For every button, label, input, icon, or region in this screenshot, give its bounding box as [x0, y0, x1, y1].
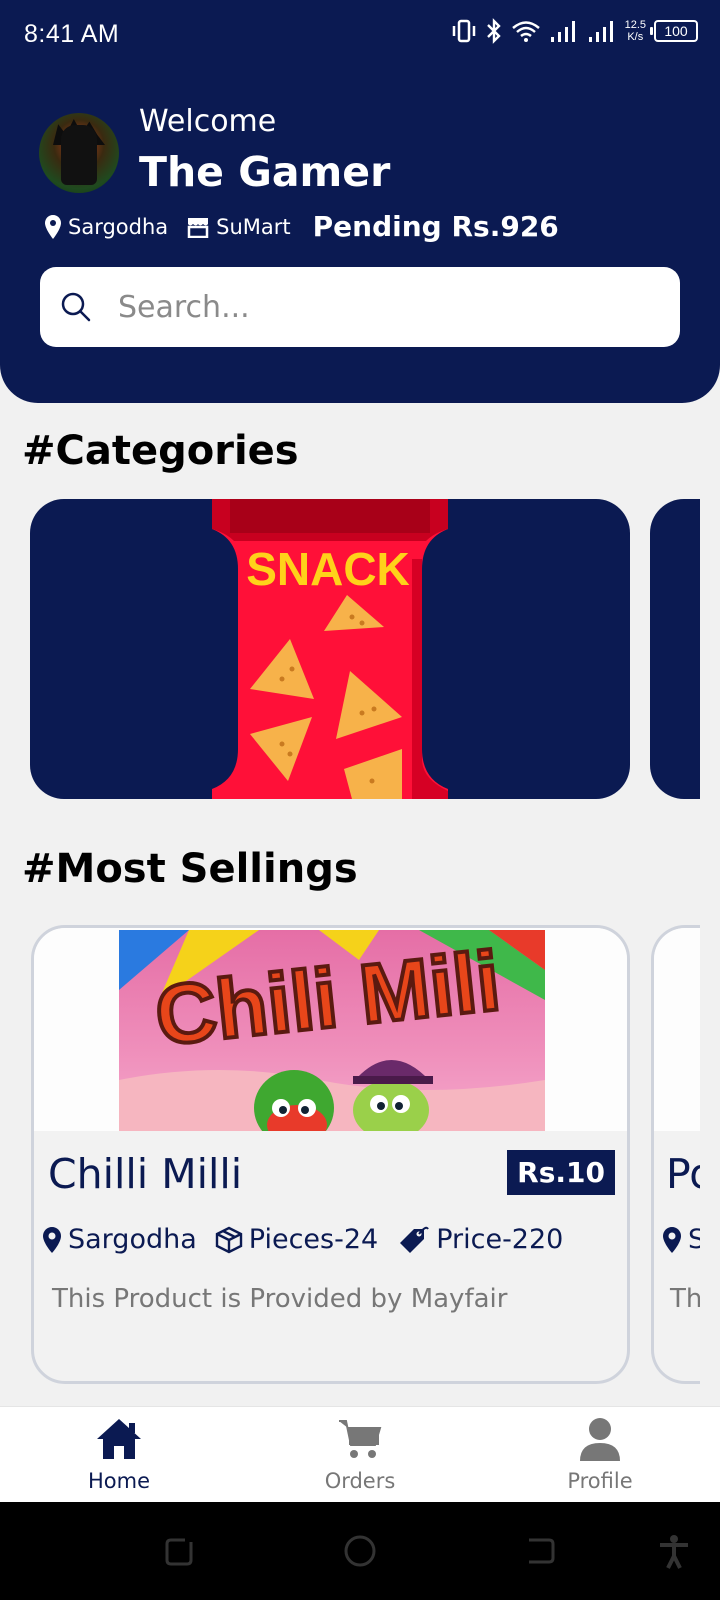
product-name: Po: [666, 1150, 700, 1198]
net-speed: 12.5 K/s: [625, 19, 646, 43]
avatar[interactable]: [39, 113, 119, 193]
signal-icon: [550, 21, 575, 42]
product-location: S: [662, 1224, 700, 1255]
nav-profile[interactable]: Profile: [530, 1417, 670, 1493]
product-location-text: Sargodha: [68, 1224, 197, 1255]
store-info: SuMart: [186, 215, 291, 239]
nav-home[interactable]: Home: [49, 1417, 189, 1493]
snack-bag-image: SNACK: [212, 499, 448, 799]
product-location-text: S: [688, 1224, 700, 1255]
status-time: 8:41 AM: [24, 20, 120, 48]
accessibility-icon[interactable]: [658, 1534, 690, 1570]
wifi-icon: [511, 21, 540, 42]
signal-icon-2: [588, 21, 613, 42]
category-card[interactable]: SNACK: [30, 499, 630, 799]
location-pin-icon: [45, 214, 61, 239]
product-meta: Sargodha Pieces-24 Price-220: [42, 1224, 581, 1255]
welcome-label: Welcome: [139, 104, 277, 139]
net-speed-unit: K/s: [627, 31, 644, 43]
product-card-next[interactable]: Po S Th: [651, 925, 700, 1384]
location-pin-icon: [43, 1226, 61, 1253]
nav-home-label: Home: [87, 1469, 150, 1493]
product-image: Chili Mili: [119, 930, 545, 1131]
pending-amount: Pending Rs.926: [312, 210, 559, 243]
nav-orders[interactable]: Orders: [290, 1417, 430, 1493]
username: The Gamer: [139, 148, 391, 196]
home-button-icon[interactable]: [343, 1534, 377, 1568]
info-row: Sargodha SuMart Pending Rs.926: [44, 210, 559, 243]
location-pin-icon: [663, 1226, 681, 1253]
category-card-next[interactable]: [650, 499, 700, 799]
product-pieces: Pieces-24: [215, 1224, 378, 1255]
search-input[interactable]: [118, 289, 638, 325]
bluetooth-icon: [486, 18, 501, 44]
header: 8:41 AM 12.5 K/s 100 Welcome The Gamer S…: [0, 0, 720, 403]
product-pieces-text: Pieces-24: [248, 1224, 379, 1255]
nav-profile-label: Profile: [567, 1469, 633, 1493]
location-text: Sargodha: [68, 214, 169, 239]
product-description: This Product is Provided by Mayfair: [52, 1284, 508, 1314]
system-nav-bar: [0, 1502, 720, 1600]
product-description: Th: [670, 1284, 700, 1314]
person-icon: [580, 1418, 620, 1461]
home-icon: [97, 1419, 141, 1459]
status-bar: 8:41 AM 12.5 K/s 100: [0, 0, 720, 72]
store-text: SuMart: [216, 214, 291, 239]
product-location: Sargodha: [42, 1224, 197, 1255]
battery-icon: 100: [650, 20, 698, 42]
product-card[interactable]: Chili Mili Chilli Milli Rs.10 Sargodha P…: [31, 925, 630, 1384]
recents-icon[interactable]: [163, 1534, 197, 1568]
location-info: Sargodha: [44, 214, 168, 240]
bottom-nav: Home Orders Profile: [0, 1406, 720, 1502]
product-image-area: Chili Mili: [34, 928, 627, 1131]
categories-title: #Categories: [22, 428, 299, 474]
search-icon: [61, 292, 91, 322]
snack-label: SNACK: [246, 543, 410, 595]
vibrate-icon: [452, 19, 475, 43]
status-icons: 12.5 K/s 100: [451, 18, 698, 44]
cart-icon: [339, 1420, 382, 1458]
store-icon: [187, 217, 209, 238]
search-bar[interactable]: [40, 267, 680, 347]
product-name: Chilli Milli: [48, 1150, 243, 1198]
price-badge: Rs.10: [507, 1150, 615, 1195]
net-speed-value: 12.5: [624, 19, 646, 31]
most-sellings-title: #Most Sellings: [22, 846, 358, 892]
back-icon[interactable]: [523, 1534, 557, 1568]
nav-orders-label: Orders: [324, 1469, 396, 1493]
product-total-price: Price-220: [396, 1224, 563, 1255]
box-icon: [215, 1226, 242, 1253]
price-tag-icon: [400, 1226, 430, 1253]
product-total-price-text: Price-220: [436, 1224, 564, 1255]
